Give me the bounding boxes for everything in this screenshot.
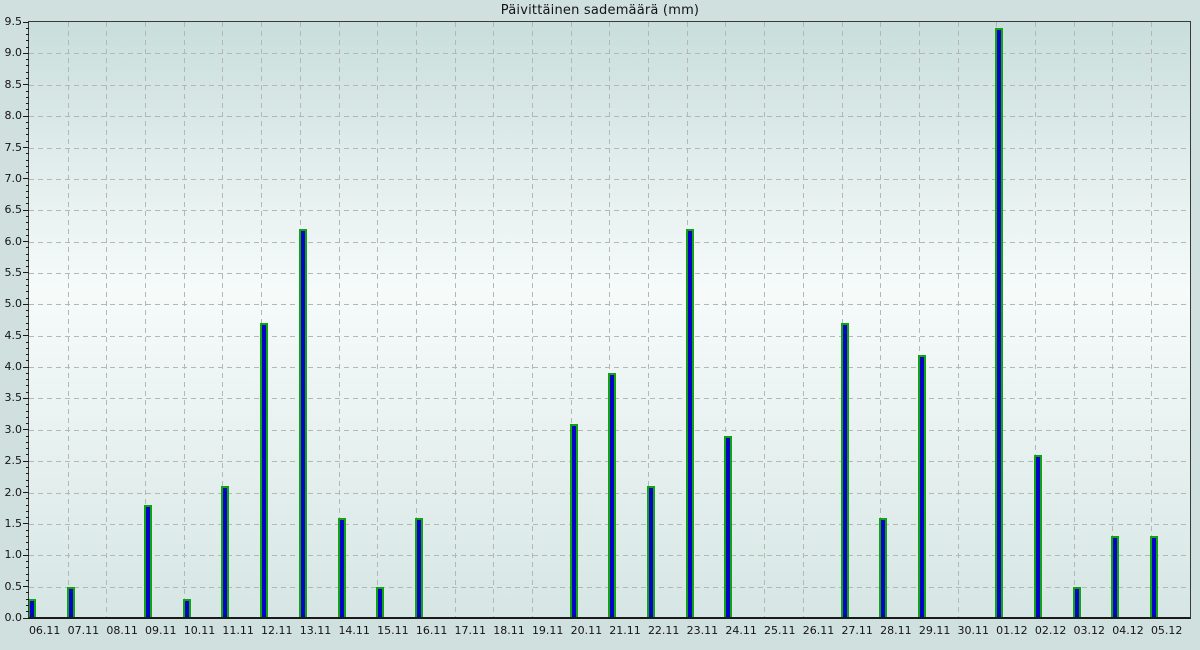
y-tick-label: 2.0	[0, 486, 22, 500]
v-gridline	[184, 22, 185, 618]
y-tick-label: 6.5	[0, 203, 22, 217]
bar	[221, 486, 229, 618]
x-tick-label: 05.12	[1142, 624, 1192, 637]
bar	[918, 355, 926, 618]
v-gridline	[958, 22, 959, 618]
x-tick-label: 04.12	[1103, 624, 1153, 637]
y-tick-label: 2.5	[0, 454, 22, 468]
v-gridline	[377, 22, 378, 618]
v-gridline	[455, 22, 456, 618]
v-gridline	[68, 22, 69, 618]
bar	[841, 323, 849, 618]
y-tick-label: 8.0	[0, 109, 22, 123]
v-gridline	[532, 22, 533, 618]
y-tick-label: 5.5	[0, 266, 22, 280]
bar	[608, 373, 616, 618]
x-tick-label: 23.11	[677, 624, 727, 637]
bar	[1073, 587, 1081, 618]
bar	[144, 505, 152, 618]
x-tick-label: 03.12	[1064, 624, 1114, 637]
x-tick-label: 07.11	[58, 624, 108, 637]
x-tick-label: 16.11	[407, 624, 457, 637]
x-tick-label: 06.11	[20, 624, 70, 637]
bar	[686, 229, 694, 618]
x-tick-label: 13.11	[291, 624, 341, 637]
x-tick-label: 08.11	[97, 624, 147, 637]
x-tick-label: 21.11	[600, 624, 650, 637]
x-tick-label: 27.11	[832, 624, 882, 637]
x-tick-label: 10.11	[175, 624, 225, 637]
v-gridline	[106, 22, 107, 618]
bar	[29, 599, 36, 618]
x-tick-label: 19.11	[523, 624, 573, 637]
y-tick-label: 7.5	[0, 141, 22, 155]
chart-title: Päivittäinen sademäärä (mm)	[0, 3, 1200, 18]
v-gridline	[803, 22, 804, 618]
x-tick-label: 26.11	[794, 624, 844, 637]
v-gridline	[764, 22, 765, 618]
bar	[1034, 455, 1042, 618]
bar	[570, 424, 578, 618]
y-tick-label: 4.0	[0, 360, 22, 374]
y-tick-label: 1.5	[0, 517, 22, 531]
x-tick-label: 01.12	[987, 624, 1037, 637]
x-tick-label: 12.11	[252, 624, 302, 637]
x-tick-label: 28.11	[871, 624, 921, 637]
bar	[724, 436, 732, 618]
plot-area	[29, 22, 1190, 618]
y-tick-label: 7.0	[0, 172, 22, 186]
x-tick-label: 29.11	[910, 624, 960, 637]
x-tick-label: 09.11	[136, 624, 186, 637]
bar	[299, 229, 307, 618]
bar	[415, 518, 423, 618]
y-tick-label: 3.0	[0, 423, 22, 437]
y-tick-label: 4.5	[0, 329, 22, 343]
bar	[1111, 536, 1119, 618]
x-tick-label: 17.11	[445, 624, 495, 637]
y-tick-label: 9.0	[0, 46, 22, 60]
x-tick-label: 14.11	[329, 624, 379, 637]
x-tick-label: 20.11	[561, 624, 611, 637]
v-gridline	[1112, 22, 1113, 618]
bar	[995, 28, 1003, 618]
x-tick-label: 25.11	[755, 624, 805, 637]
x-tick-label: 30.11	[948, 624, 998, 637]
x-tick-label: 22.11	[639, 624, 689, 637]
chart-canvas: Päivittäinen sademäärä (mm) 0.0 0.5 1.0 1.5…	[0, 0, 1200, 650]
bar	[67, 587, 75, 618]
y-tick-label: 0.0	[0, 611, 22, 625]
v-gridline	[493, 22, 494, 618]
x-tick-label: 11.11	[213, 624, 263, 637]
x-tick-label: 02.12	[1026, 624, 1076, 637]
y-tick-label: 8.5	[0, 78, 22, 92]
bar	[647, 486, 655, 618]
y-tick-label: 6.0	[0, 235, 22, 249]
y-tick-label: 1.0	[0, 548, 22, 562]
x-tick-label: 15.11	[368, 624, 418, 637]
bar	[183, 599, 191, 618]
bar	[376, 587, 384, 618]
y-tick-label: 3.5	[0, 391, 22, 405]
y-tick-label: 5.0	[0, 297, 22, 311]
y-tick-label: 0.5	[0, 580, 22, 594]
x-tick-label: 18.11	[484, 624, 534, 637]
v-gridline	[1151, 22, 1152, 618]
bar	[338, 518, 346, 618]
bar	[1150, 536, 1158, 618]
bar	[879, 518, 887, 618]
x-tick-label: 24.11	[716, 624, 766, 637]
bar	[260, 323, 268, 618]
v-gridline	[1074, 22, 1075, 618]
